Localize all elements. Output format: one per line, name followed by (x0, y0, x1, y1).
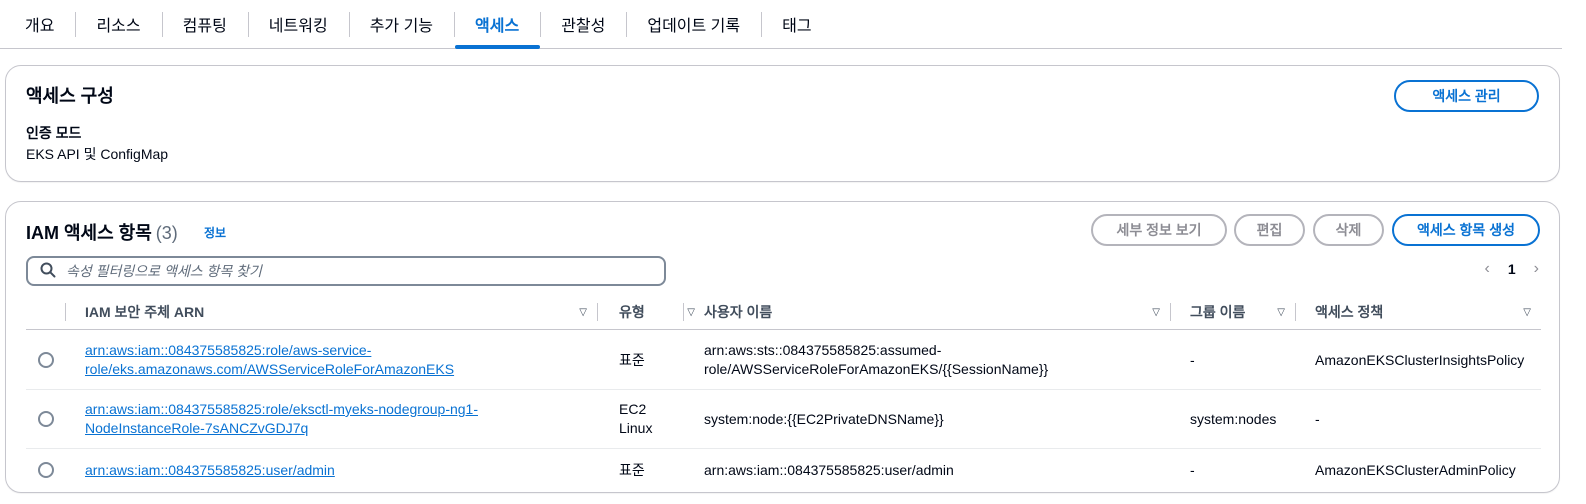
column-header-label: 액세스 정책 (1315, 304, 1384, 320)
delete-button[interactable]: 삭제 (1313, 214, 1384, 246)
policy-cell: AmazonEKSClusterAdminPolicy (1315, 461, 1516, 478)
policy-cell: AmazonEKSClusterInsightsPolicy (1315, 351, 1525, 368)
tab-resources[interactable]: 리소스 (75, 0, 161, 48)
sort-caret-icon: ▽ (687, 306, 695, 318)
column-header-policy[interactable]: 액세스 정책 ▽ (1315, 294, 1541, 330)
info-link[interactable]: 정보 (204, 224, 226, 241)
chevron-left-icon[interactable]: ‹ (1485, 260, 1490, 278)
column-header-group[interactable]: 그룹 이름 ▽ (1190, 294, 1295, 330)
username-line: role/AWSServiceRoleForAmazonEKS/{{Sessio… (704, 361, 1049, 377)
group-cell: - (1190, 461, 1195, 478)
create-access-entry-button[interactable]: 액세스 항목 생성 (1392, 214, 1540, 246)
table-row[interactable]: arn:aws:iam::084375585825:role/aws-servi… (26, 331, 1541, 390)
table-row[interactable]: arn:aws:iam::084375585825:user/admin 표준 … (26, 449, 1541, 491)
page-number[interactable]: 1 (1508, 261, 1516, 277)
username-line: arn:aws:sts::084375585825:assumed- (704, 342, 942, 358)
tab-update-history[interactable]: 업데이트 기록 (626, 0, 761, 48)
access-config-title: 액세스 구성 (26, 86, 114, 106)
tab-addons[interactable]: 추가 기능 (348, 0, 454, 48)
iam-entries-count: (3) (155, 223, 178, 243)
sort-caret-icon: ▽ (1523, 306, 1531, 318)
column-header-label: 사용자 이름 (704, 304, 773, 320)
tab-overview[interactable]: 개요 (0, 0, 75, 48)
filter-search-input[interactable] (66, 263, 626, 279)
access-config-panel: 액세스 구성 액세스 관리 인증 모드 EKS API 및 ConfigMap (5, 65, 1560, 182)
auth-mode-value: EKS API 및 ConfigMap (26, 146, 169, 162)
policy-cell: - (1315, 410, 1320, 427)
arn-line: arn:aws:iam::084375585825:role/aws-servi… (85, 342, 372, 358)
iam-principal-arn-link[interactable]: arn:aws:iam::084375585825:role/aws-servi… (85, 341, 454, 379)
tab-access[interactable]: 액세스 (454, 0, 541, 49)
iam-principal-arn-link[interactable]: arn:aws:iam::084375585825:user/admin (85, 461, 335, 480)
arn-line: role/eks.amazonaws.com/AWSServiceRoleFor… (85, 361, 455, 377)
type-cell: 표준 (619, 461, 645, 478)
column-divider (1295, 303, 1296, 321)
column-divider (597, 303, 598, 321)
row-select-radio[interactable] (38, 352, 54, 368)
username-cell: system:node:{{EC2PrivateDNSName}} (704, 410, 944, 427)
type-value: Linux (619, 420, 653, 436)
column-header-label: IAM 보안 주체 ARN (85, 304, 205, 320)
sort-caret-icon: ▽ (1152, 306, 1160, 318)
edit-button[interactable]: 편집 (1234, 214, 1305, 246)
filter-search-box[interactable] (26, 256, 666, 286)
column-divider (1170, 303, 1171, 321)
tab-observability[interactable]: 관찰성 (540, 0, 626, 48)
column-header-arn[interactable]: IAM 보안 주체 ARN ▽ (85, 294, 597, 330)
iam-entries-title: IAM 액세스 항목 (26, 223, 152, 243)
group-cell: system:nodes (1190, 410, 1277, 427)
username-cell: arn:aws:sts::084375585825:assumed-role/A… (704, 331, 1170, 389)
manage-access-button[interactable]: 액세스 관리 (1394, 80, 1539, 112)
iam-entries-header: IAM 액세스 항목 (3) (26, 219, 178, 245)
group-cell: - (1190, 351, 1195, 368)
column-divider (683, 303, 684, 321)
type-cell: 표준 (619, 331, 683, 389)
iam-access-entries-panel: IAM 액세스 항목 (3) 정보 세부 정보 보기 편집 삭제 액세스 항목 생… (5, 201, 1560, 493)
tab-compute[interactable]: 컴퓨팅 (161, 0, 248, 48)
auth-mode-label: 인증 모드 (26, 125, 82, 141)
column-header-username[interactable]: 사용자 이름 ▽ (704, 294, 1170, 330)
table-header: IAM 보안 주체 ARN ▽ 유형 ▽ 사용자 이름 ▽ 그룹 이름 ▽ 액세… (26, 294, 1541, 330)
type-cell: EC2 Linux (619, 390, 683, 448)
column-divider (65, 303, 66, 321)
type-value: 표준 (619, 351, 645, 368)
table-row[interactable]: arn:aws:iam::084375585825:role/eksctl-my… (26, 390, 1541, 449)
column-header-label: 유형 (619, 304, 645, 320)
row-select-radio[interactable] (38, 462, 54, 478)
sort-caret-icon: ▽ (1277, 306, 1285, 318)
pagination: ‹ 1 › (1485, 260, 1539, 278)
tab-networking[interactable]: 네트워킹 (247, 0, 349, 48)
sort-caret-icon: ▽ (579, 306, 587, 318)
chevron-right-icon[interactable]: › (1534, 260, 1539, 278)
arn-line: arn:aws:iam::084375585825:role/eksctl-my… (85, 401, 478, 417)
tab-tags[interactable]: 태그 (761, 0, 832, 48)
type-value: EC2 (619, 401, 647, 417)
arn-line: NodeInstanceRole-7sANCZvGDJ7q (85, 420, 309, 436)
row-select-radio[interactable] (38, 411, 54, 427)
iam-principal-arn-link[interactable]: arn:aws:iam::084375585825:role/eksctl-my… (85, 400, 478, 438)
column-header-type[interactable]: 유형 ▽ (619, 294, 705, 330)
tab-bar: 개요 리소스 컴퓨팅 네트워킹 추가 기능 액세스 관찰성 업데이트 기록 태그 (0, 0, 1562, 49)
search-icon (40, 262, 56, 281)
view-details-button[interactable]: 세부 정보 보기 (1091, 214, 1227, 246)
column-header-label: 그룹 이름 (1190, 304, 1246, 320)
username-cell: arn:aws:iam::084375585825:user/admin (704, 461, 954, 478)
